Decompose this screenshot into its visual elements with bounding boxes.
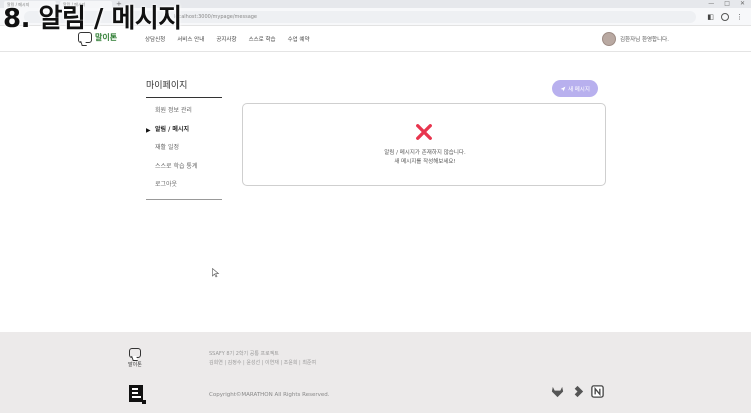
page: 알림 / 메시지 알림 / 메시지 + — □ ✕ localhost:3000… xyxy=(0,0,751,413)
mypage-sidebar: 마이페이지 회원 정보 관리 ▶ 알림 / 메시지 재활 일정 스스로 학습 통… xyxy=(146,78,222,200)
sidebar-title: 마이페이지 xyxy=(146,78,222,98)
active-arrow-icon: ▶ xyxy=(146,126,151,134)
sidebar-divider xyxy=(146,198,222,200)
sidebar-item-label: 알림 / 메시지 xyxy=(155,125,189,133)
nav-service[interactable]: 서비스 안내 xyxy=(177,35,204,43)
send-icon xyxy=(560,86,566,91)
sidebar-item-stats[interactable]: 스스로 학습 통계 xyxy=(146,162,222,181)
sidebar-item-messages[interactable]: ▶ 알림 / 메시지 xyxy=(146,125,222,144)
nav-notice[interactable]: 공지사항 xyxy=(216,35,236,43)
nav-consult[interactable]: 상담신청 xyxy=(145,35,165,43)
footer-icons xyxy=(550,384,605,399)
footer-copyright: Copyright©MARATHON All Rights Reserved. xyxy=(209,392,330,398)
notion-icon[interactable] xyxy=(590,384,605,399)
footer-logo: 말이톤 xyxy=(128,348,142,368)
empty-message-text: 알림 / 메시지가 존재하지 않습니다. xyxy=(384,150,466,156)
footer-members: 김희연 | 김정수 | 윤성선 | 이연재 | 조윤희 | 최준여 xyxy=(209,360,317,366)
sidebar-item-profile[interactable]: 회원 정보 관리 xyxy=(146,106,222,125)
ssafy-logo-icon xyxy=(129,385,146,404)
menu-dots-icon[interactable]: ⋮ xyxy=(736,11,743,23)
footer-logo-text: 말이톤 xyxy=(128,362,142,368)
mouse-cursor-icon xyxy=(212,268,220,278)
new-message-button[interactable]: 새 메시지 xyxy=(552,80,598,97)
video-title-overlay: 8. 알림 / 메시지 xyxy=(3,4,182,34)
nav-self-study[interactable]: 스스로 학습 xyxy=(249,35,276,43)
empty-message-card: 알림 / 메시지가 존재하지 않습니다. 새 메시지를 작성해보세요! xyxy=(242,103,606,186)
sidebar-item-schedule[interactable]: 재활 일정 xyxy=(146,143,222,162)
site-footer: 말이톤 SSAFY 8기 2학기 공통 프로젝트 김희연 | 김정수 | 윤성선… xyxy=(0,332,751,413)
user-area[interactable]: 김환자님 환영합니다. xyxy=(601,32,669,46)
footer-team: SSAFY 8기 2학기 공통 프로젝트 xyxy=(209,351,279,357)
close-window-button[interactable]: ✕ xyxy=(740,0,745,8)
nav-class-booking[interactable]: 수업 예약 xyxy=(288,35,310,43)
browser-toolbar-icons: ◧ ⋮ xyxy=(707,11,743,23)
profile-icon[interactable] xyxy=(721,13,729,21)
maximize-button[interactable]: □ xyxy=(724,0,730,8)
avatar[interactable] xyxy=(601,32,616,46)
new-message-label: 새 메시지 xyxy=(568,86,590,93)
empty-message-hint: 새 메시지를 작성해보세요! xyxy=(394,159,456,165)
sidebar-item-logout[interactable]: 로그아웃 xyxy=(146,180,222,199)
user-greeting: 김환자님 환영합니다. xyxy=(619,37,669,43)
speech-bubble-icon xyxy=(128,348,141,358)
jira-icon[interactable] xyxy=(570,384,585,399)
x-mark-icon xyxy=(416,124,432,140)
minimize-button[interactable]: — xyxy=(708,0,714,8)
main-nav: 상담신청 서비스 안내 공지사항 스스로 학습 수업 예약 xyxy=(145,35,310,43)
sidebar-toggle-icon[interactable]: ◧ xyxy=(707,11,714,23)
gitlab-icon[interactable] xyxy=(550,384,565,399)
sidebar-menu: 회원 정보 관리 ▶ 알림 / 메시지 재활 일정 스스로 학습 통계 로그아웃 xyxy=(146,106,222,199)
window-controls: — □ ✕ xyxy=(708,0,745,8)
